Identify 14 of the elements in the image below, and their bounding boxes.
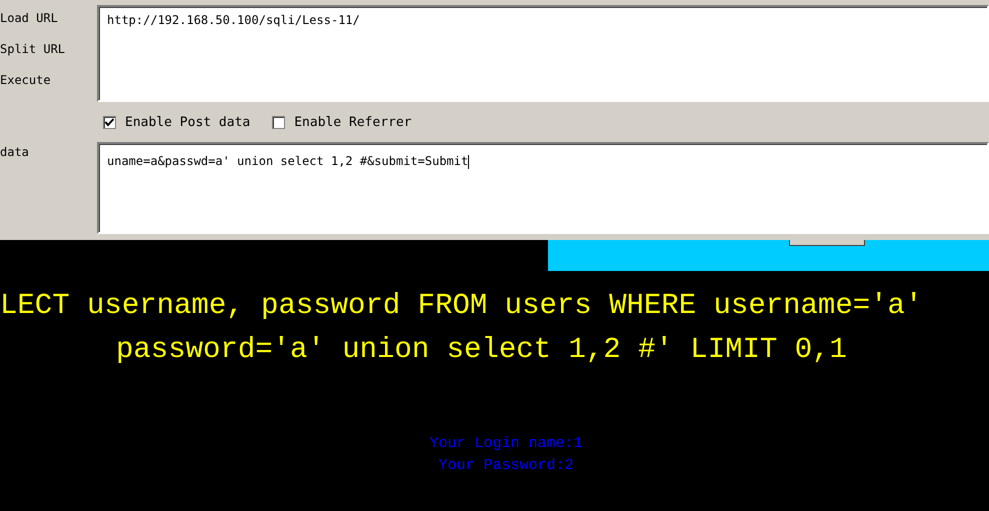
checkbox-label: Enable Post data bbox=[125, 114, 250, 130]
checkbox-label: Enable Referrer bbox=[294, 114, 412, 130]
toolbar-action[interactable]: Execute bbox=[0, 73, 97, 87]
post-data-label: data bbox=[0, 145, 30, 159]
sql-query-text: password='a' union select 1,2 #' LIMIT 0,1 bbox=[116, 333, 848, 368]
checkbox[interactable] bbox=[103, 116, 116, 128]
url-field[interactable]: http://192.168.50.100/sqli/Less-11/ bbox=[97, 5, 989, 102]
sql-query-text: LECT username, password FROM users WHERE username='a' bbox=[0, 289, 924, 324]
post-data-field[interactable]: uname=a&passwd=a' union select 1,2 #&submit=Submit bbox=[97, 142, 989, 234]
checkbox[interactable] bbox=[272, 116, 286, 128]
result-text: Your Login name:1 bbox=[429, 434, 583, 454]
toolbar-action[interactable]: Load URL bbox=[0, 11, 97, 25]
toolbar-action[interactable]: Split URL bbox=[0, 42, 97, 56]
result-text: Your Password:2 bbox=[438, 456, 574, 476]
